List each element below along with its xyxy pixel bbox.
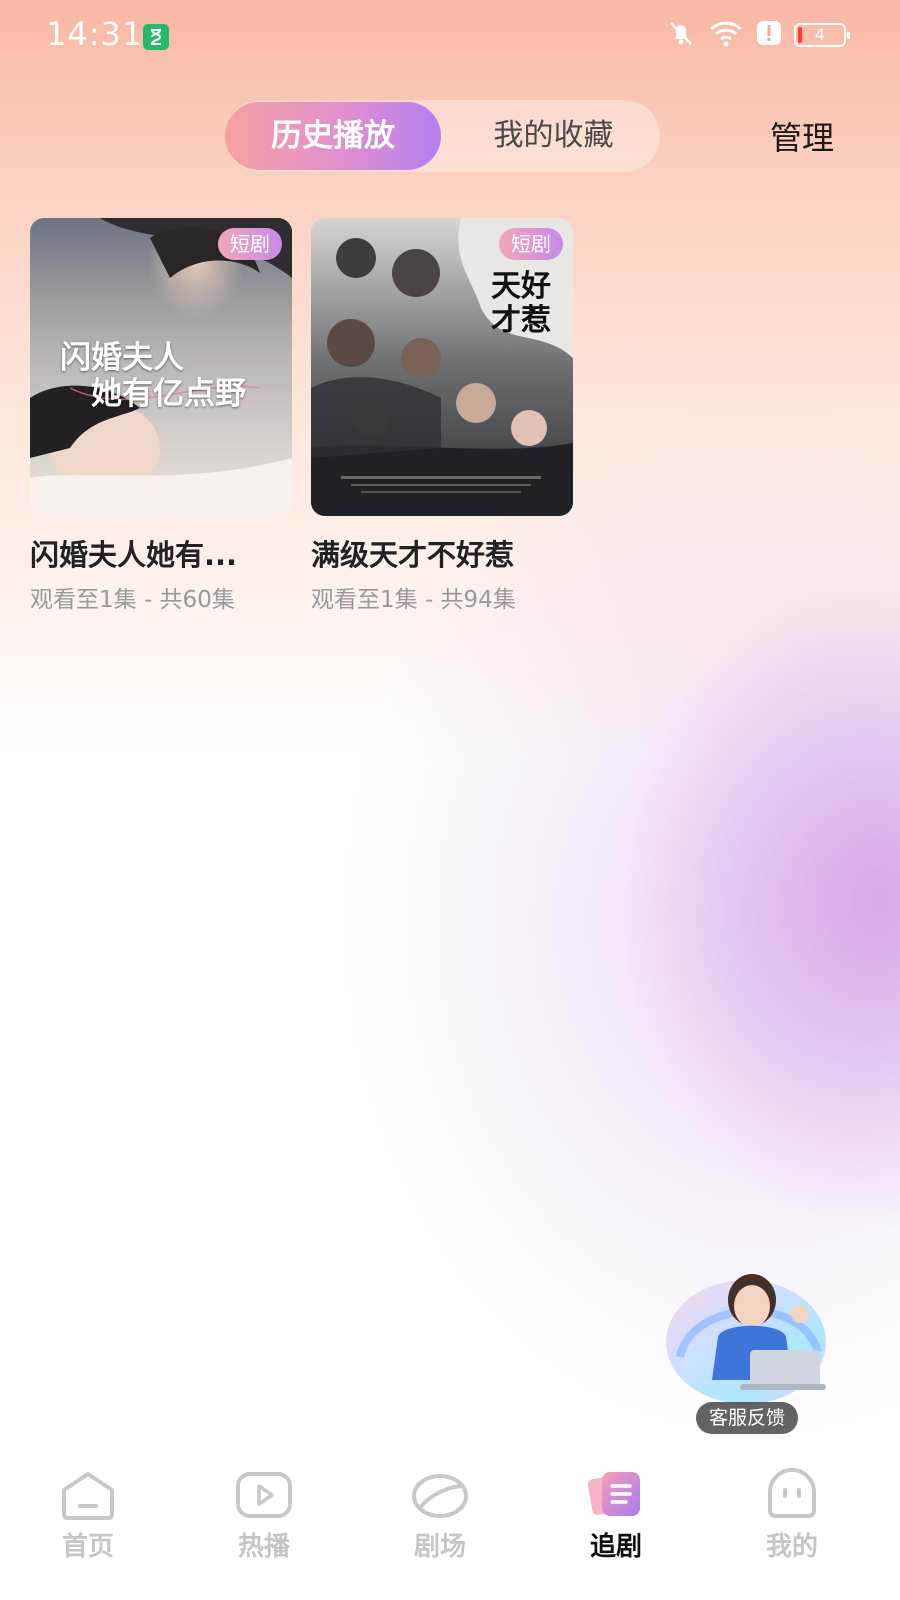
hourglass-icon — [143, 24, 169, 50]
mute-bell-icon — [666, 18, 696, 52]
profile-icon — [762, 1464, 822, 1524]
theater-icon — [410, 1464, 470, 1524]
drama-card[interactable]: 闪婚夫人 她有亿点野 短剧 闪婚夫人她有... 观看至1集 - 共60集 — [30, 218, 292, 614]
nav-home[interactable]: 首页 — [28, 1452, 148, 1592]
play-icon — [234, 1464, 294, 1524]
customer-service-float[interactable]: 客服反馈 — [660, 1262, 832, 1434]
poster-title-art: 天好 才惹 — [491, 269, 551, 338]
customer-service-avatar-icon — [666, 1274, 826, 1404]
nav-label: 热播 — [237, 1532, 290, 1562]
battery-icon: 4 — [794, 23, 850, 47]
home-icon — [58, 1464, 118, 1524]
alert-icon — [756, 19, 782, 51]
drama-poster[interactable]: 闪婚夫人 她有亿点野 短剧 — [30, 218, 292, 516]
watch-progress: 观看至1集 - 共94集 — [311, 587, 516, 613]
watch-progress: 观看至1集 - 共60集 — [30, 587, 235, 613]
manage-button[interactable]: 管理 — [770, 113, 834, 159]
bottom-navigation: 首页 热播 剧场 追剧 我的 — [0, 1452, 900, 1600]
wifi-icon — [708, 18, 744, 52]
drama-title: 满级天才不好惹 — [311, 538, 515, 572]
nav-profile[interactable]: 我的 — [732, 1452, 852, 1592]
history-favorites-switch: 历史播放 我的收藏 — [225, 100, 660, 172]
nav-label: 剧场 — [413, 1532, 466, 1562]
nav-label: 我的 — [765, 1532, 818, 1562]
nav-trending[interactable]: 热播 — [204, 1452, 324, 1592]
drama-poster[interactable]: 天好 才惹 短剧 — [311, 218, 573, 516]
status-icons: 4 — [666, 18, 850, 52]
tab-history[interactable]: 历史播放 — [225, 102, 441, 170]
nav-following[interactable]: 追剧 — [556, 1452, 676, 1592]
nav-label: 首页 — [61, 1532, 114, 1562]
customer-service-label: 客服反馈 — [696, 1402, 798, 1434]
nav-label: 追剧 — [589, 1532, 642, 1562]
battery-level: 4 — [814, 25, 826, 44]
short-drama-badge: 短剧 — [499, 228, 563, 260]
drama-title: 闪婚夫人她有... — [30, 538, 238, 572]
bookmark-list-icon — [586, 1464, 646, 1524]
tab-favorites[interactable]: 我的收藏 — [447, 102, 660, 170]
poster-title-art: 闪婚夫人 她有亿点野 — [60, 340, 246, 412]
status-bar: 14:31 4 — [0, 0, 900, 72]
drama-card[interactable]: 天好 才惹 短剧 满级天才不好惹 观看至1集 - 共94集 — [311, 218, 573, 614]
short-drama-badge: 短剧 — [218, 228, 282, 260]
nav-theater[interactable]: 剧场 — [380, 1452, 500, 1592]
status-time: 14:31 — [46, 15, 144, 53]
